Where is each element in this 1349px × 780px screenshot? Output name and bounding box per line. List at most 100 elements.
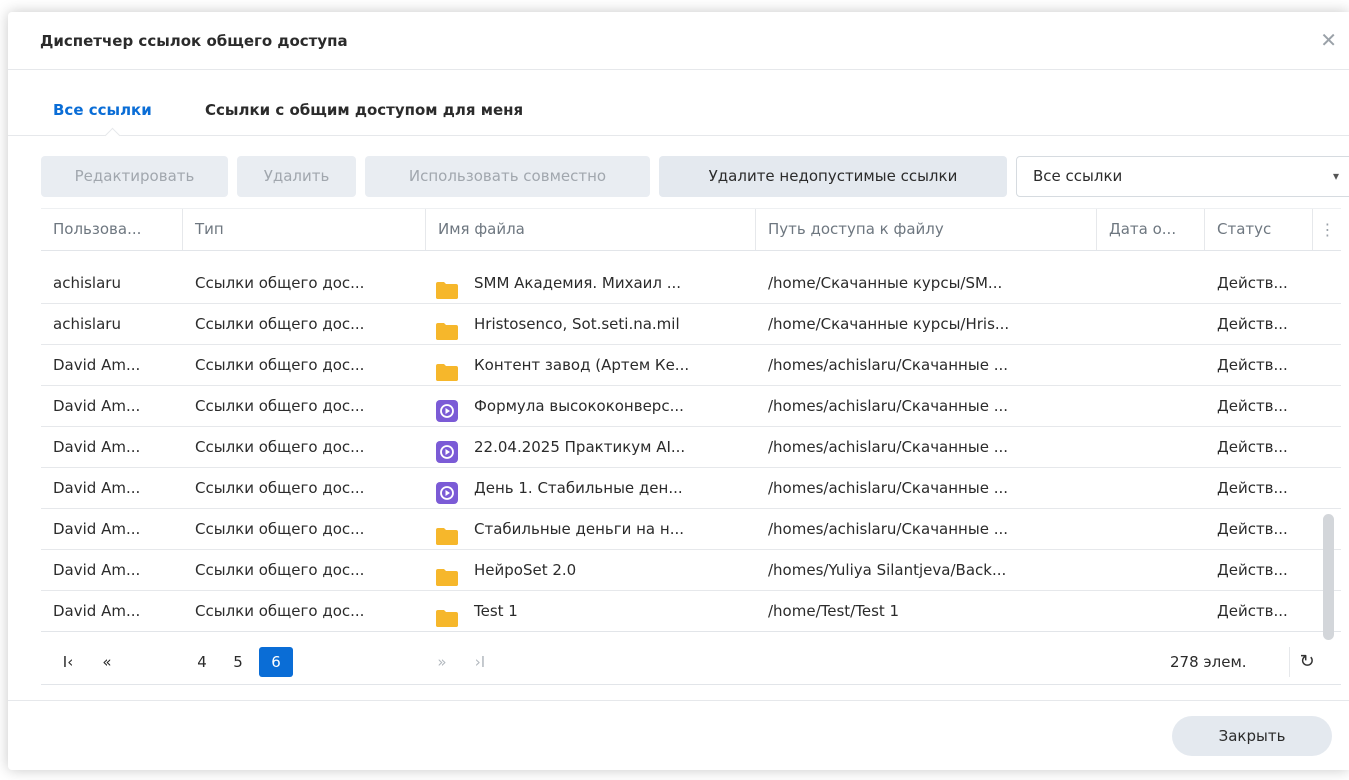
cell-type: Ссылки общего дос...: [195, 520, 365, 538]
dialog-title: Диспетчер ссылок общего доступа: [40, 32, 348, 50]
cell-type: Ссылки общего дос...: [195, 274, 365, 292]
cell-type: Ссылки общего дос...: [195, 438, 365, 456]
video-file-icon: [436, 438, 458, 463]
column-menu-icon[interactable]: ⋮: [1312, 209, 1342, 250]
cell-filename: День 1. Стабильные ден...: [436, 468, 756, 508]
cell-user: David Am...: [53, 397, 141, 415]
header-divider: [8, 69, 1349, 70]
cell-status: Действ...: [1217, 356, 1288, 374]
cell-path: /homes/achislaru/Скачанные ...: [768, 479, 1008, 497]
cell-status: Действ...: [1217, 561, 1288, 579]
cell-filename: SMM Академия. Михаил ...: [436, 263, 756, 303]
page-5-button[interactable]: 5: [228, 647, 248, 677]
cell-status: Действ...: [1217, 274, 1288, 292]
column-header-path[interactable]: Путь доступа к файлу: [756, 209, 1097, 250]
cell-user: achislaru: [53, 274, 121, 292]
table-row[interactable]: David Am... Ссылки общего дос... Стабильны…: [41, 509, 1341, 550]
pagination: I‹ « 4 5 6 » ›I 278 элем. ↻: [41, 642, 1341, 685]
cell-filename: Формула высококонверс...: [436, 386, 756, 426]
chevron-down-icon: ▾: [1333, 169, 1340, 183]
filename-label: Формула высококонверс...: [474, 397, 684, 415]
share-button[interactable]: Использовать совместно: [365, 156, 650, 197]
filename-label: Стабильные деньги на н...: [474, 520, 684, 538]
table-row[interactable]: David Am... Ссылки общего дос... День 1. С…: [41, 468, 1341, 509]
cell-path: /home/Test/Test 1: [768, 602, 900, 620]
cell-path: /homes/achislaru/Скачанные ...: [768, 356, 1008, 374]
cell-status: Действ...: [1217, 397, 1288, 415]
cell-user: David Am...: [53, 520, 141, 538]
folder-icon: [436, 315, 458, 340]
folder-icon: [436, 602, 458, 627]
table-row[interactable]: David Am... Ссылки общего дос... Test 1/ho…: [41, 591, 1341, 632]
links-filter-select[interactable]: Все ссылки ▾: [1016, 156, 1349, 197]
cell-path: /homes/achislaru/Скачанные ...: [768, 397, 1008, 415]
close-button[interactable]: Закрыть: [1172, 716, 1332, 756]
filename-label: НейроSet 2.0: [474, 561, 577, 579]
cell-path: /homes/achislaru/Скачанные ...: [768, 520, 1008, 538]
footer-divider: [8, 700, 1349, 701]
cell-type: Ссылки общего дос...: [195, 356, 365, 374]
next-pages-icon[interactable]: »: [429, 647, 455, 677]
first-page-icon[interactable]: I‹: [57, 647, 79, 677]
edit-button[interactable]: Редактировать: [41, 156, 228, 197]
cell-filename: НейроSet 2.0: [436, 550, 756, 590]
cell-filename: Стабильные деньги на н...: [436, 509, 756, 549]
cell-user: David Am...: [53, 479, 141, 497]
folder-icon: [436, 561, 458, 586]
tab-shared-with-me[interactable]: Ссылки с общим доступом для меня: [205, 101, 523, 119]
filter-value: Все ссылки: [1033, 167, 1123, 185]
column-header-type[interactable]: Тип: [183, 209, 426, 250]
folder-icon: [436, 520, 458, 545]
table-scrollbar[interactable]: [1323, 514, 1334, 640]
cell-status: Действ...: [1217, 520, 1288, 538]
page-6-button[interactable]: 6: [259, 647, 293, 677]
last-page-icon[interactable]: ›I: [469, 647, 491, 677]
cell-path: /home/Скачанные курсы/Hris...: [768, 315, 1010, 333]
cell-type: Ссылки общего дос...: [195, 479, 365, 497]
table-row[interactable]: achislaru Ссылки общего дос... Hristosenco…: [41, 304, 1341, 345]
table-header: Пользова... Тип Имя файла Путь доступа к…: [41, 208, 1341, 251]
cell-user: achislaru: [53, 315, 121, 333]
delete-button[interactable]: Удалить: [237, 156, 356, 197]
refresh-icon[interactable]: ↻: [1289, 647, 1324, 677]
cell-user: David Am...: [53, 561, 141, 579]
links-table: Пользова... Тип Имя файла Путь доступа к…: [41, 208, 1341, 686]
cell-filename: Контент завод (Артем Ке...: [436, 345, 756, 385]
filename-label: День 1. Стабильные ден...: [474, 479, 683, 497]
column-header-date[interactable]: Дата о...: [1097, 209, 1205, 250]
close-icon[interactable]: ✕: [1320, 28, 1337, 52]
cell-status: Действ...: [1217, 438, 1288, 456]
video-file-icon: [436, 479, 458, 504]
cell-status: Действ...: [1217, 479, 1288, 497]
items-count: 278 элем.: [1170, 653, 1247, 671]
filename-label: SMM Академия. Михаил ...: [474, 274, 682, 292]
column-header-status[interactable]: Статус: [1205, 209, 1312, 250]
cell-path: /home/Скачанные курсы/SM...: [768, 274, 1003, 292]
cell-filename: 22.04.2025 Практикум AI...: [436, 427, 756, 467]
cell-type: Ссылки общего дос...: [195, 315, 365, 333]
table-row[interactable]: David Am... Ссылки общего дос... 22.04.202…: [41, 427, 1341, 468]
table-row[interactable]: David Am... Ссылки общего дос... Формула в…: [41, 386, 1341, 427]
cell-user: David Am...: [53, 356, 141, 374]
tab-all-links[interactable]: Все ссылки: [53, 101, 152, 119]
video-file-icon: [436, 397, 458, 422]
share-links-dialog: Диспетчер ссылок общего доступа ✕ Все сс…: [8, 12, 1349, 770]
previous-pages-icon[interactable]: «: [93, 647, 121, 677]
folder-icon: [436, 356, 458, 381]
table-body: achislaru Ссылки общего дос... SMM Академи…: [41, 263, 1341, 632]
table-row[interactable]: David Am... Ссылки общего дос... НейроSet …: [41, 550, 1341, 591]
cell-type: Ссылки общего дос...: [195, 397, 365, 415]
cell-filename: Test 1: [436, 591, 756, 631]
table-row[interactable]: David Am... Ссылки общего дос... Контент з…: [41, 345, 1341, 386]
filename-label: Test 1: [474, 602, 518, 620]
remove-invalid-links-button[interactable]: Удалите недопустимые ссылки: [659, 156, 1007, 197]
cell-type: Ссылки общего дос...: [195, 561, 365, 579]
column-header-user[interactable]: Пользова...: [41, 209, 183, 250]
page-4-button[interactable]: 4: [192, 647, 212, 677]
cell-path: /homes/Yuliya Silantjeva/Back...: [768, 561, 1007, 579]
cell-status: Действ...: [1217, 602, 1288, 620]
column-header-filename[interactable]: Имя файла: [426, 209, 756, 250]
table-row[interactable]: achislaru Ссылки общего дос... SMM Академи…: [41, 263, 1341, 304]
active-tab-caret: [104, 127, 121, 144]
filename-label: Контент завод (Артем Ке...: [474, 356, 690, 374]
